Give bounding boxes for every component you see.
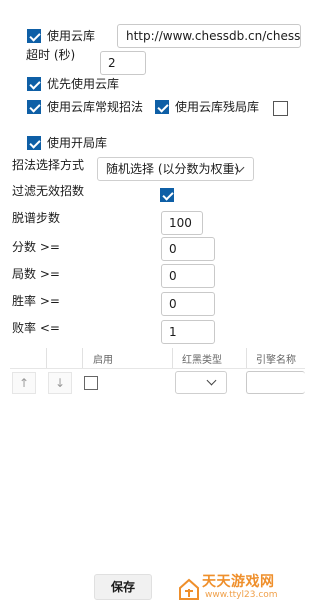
cloud-url-input[interactable]: http://www.chessdb.cn/chessdb. [117, 24, 301, 48]
cloud-normal-moves-label: 使用云库常规招法 [47, 100, 144, 114]
col-enabled-header[interactable]: 启用 [93, 351, 113, 366]
timeout-input[interactable]: 2 [100, 51, 146, 75]
loss-rate-input[interactable]: 1 [161, 320, 215, 344]
move-down-button[interactable]: ↓ [48, 372, 72, 394]
win-rate-input[interactable]: 0 [161, 292, 215, 316]
save-button[interactable]: 保存 [94, 574, 152, 600]
chevron-down-icon [206, 375, 217, 386]
filter-invalid-checkbox[interactable] [160, 188, 174, 202]
loss-rate-label: 败率 <= [12, 321, 60, 335]
row-enabled-checkbox[interactable] [84, 376, 98, 390]
extra-checkbox[interactable] [273, 101, 288, 116]
filter-invalid-label: 过滤无效招数 [12, 184, 85, 198]
move-selection-label: 招法选择方式 [12, 158, 85, 172]
engine-name-input[interactable] [246, 371, 305, 394]
col-engine-name-header[interactable]: 引擎名称 [256, 351, 296, 366]
arrow-up-icon: ↑ [18, 376, 30, 390]
games-input[interactable]: 0 [161, 264, 215, 288]
use-cloud-checkbox[interactable] [27, 29, 41, 43]
move-selection-value: 随机选择 (以分数为权重) [106, 162, 240, 176]
leave-steps-input[interactable]: 100 [161, 211, 203, 235]
cloud-endgame-checkbox[interactable] [155, 100, 169, 114]
watermark-title: 天天游戏网 [202, 574, 275, 590]
prefer-cloud-checkbox[interactable] [27, 77, 41, 91]
move-up-button[interactable]: ↑ [12, 372, 36, 394]
leave-steps-label: 脱谱步数 [12, 211, 61, 225]
cloud-endgame-label: 使用云库残局库 [175, 100, 260, 114]
engine-grid-header: 启用 红黑类型 引擎名称 [10, 348, 305, 369]
use-opening-label: 使用开局库 [47, 136, 108, 150]
prefer-cloud-label: 优先使用云库 [47, 77, 120, 91]
side-type-dropdown[interactable] [175, 371, 227, 394]
col-side-type-header[interactable]: 红黑类型 [182, 351, 222, 366]
score-label: 分数 >= [12, 240, 60, 254]
use-cloud-label: 使用云库 [47, 29, 96, 43]
timeout-label: 超时 (秒) [26, 48, 76, 62]
win-rate-label: 胜率 >= [12, 294, 60, 308]
arrow-down-icon: ↓ [54, 376, 66, 390]
watermark-url: www.ttyl23.com [205, 590, 278, 600]
move-selection-dropdown[interactable]: 随机选择 (以分数为权重) [97, 157, 254, 181]
site-watermark: 天天游戏网 www.ttyl23.com [178, 574, 300, 604]
games-label: 局数 >= [12, 267, 60, 281]
cloud-normal-moves-checkbox[interactable] [27, 100, 41, 114]
column-separator [172, 348, 173, 368]
use-opening-checkbox[interactable] [27, 136, 41, 150]
house-logo-icon [179, 578, 199, 600]
column-separator [46, 348, 47, 368]
column-separator [82, 348, 83, 368]
score-input[interactable]: 0 [161, 237, 215, 261]
column-separator [246, 348, 247, 368]
